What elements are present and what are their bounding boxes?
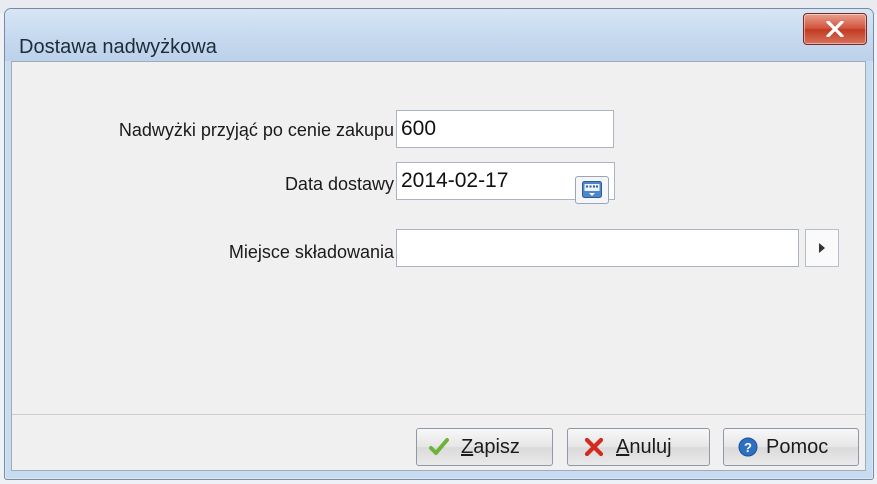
calendar-icon	[582, 181, 602, 198]
cancel-label: Anuluj	[616, 436, 672, 458]
close-button[interactable]	[803, 13, 867, 45]
window-title: Dostawa nadwyżkowa	[19, 36, 217, 58]
calendar-button[interactable]	[575, 176, 609, 204]
cross-icon	[584, 437, 604, 457]
check-icon	[429, 438, 449, 455]
storage-browse-button[interactable]	[805, 229, 839, 267]
storage-field[interactable]	[396, 229, 799, 267]
triangle-right-icon	[819, 243, 825, 253]
dialog-body: Nadwyżki przyjąć po cenie zakupu 600 Dat…	[11, 61, 866, 471]
date-value: 2014-02-17	[401, 169, 509, 192]
storage-label: Miejsce składowania	[228, 242, 394, 262]
help-icon: ?	[738, 437, 758, 457]
save-button[interactable]: Zapisz	[416, 428, 553, 466]
help-button[interactable]: ? Pomoc	[723, 428, 859, 466]
svg-text:?: ?	[744, 440, 752, 455]
price-label: Nadwyżki przyjąć po cenie zakupu	[118, 120, 394, 140]
date-label: Data dostawy	[284, 174, 394, 194]
footer-divider	[12, 414, 865, 415]
cancel-button[interactable]: Anuluj	[567, 428, 710, 466]
price-field[interactable]: 600	[396, 110, 614, 148]
close-icon	[826, 21, 844, 37]
save-label: Zapisz	[461, 436, 520, 458]
dialog-window: Dostawa nadwyżkowa Nadwyżki przyjąć po c…	[4, 8, 874, 480]
title-bar[interactable]: Dostawa nadwyżkowa	[5, 9, 873, 61]
help-label: Pomoc	[766, 436, 829, 458]
